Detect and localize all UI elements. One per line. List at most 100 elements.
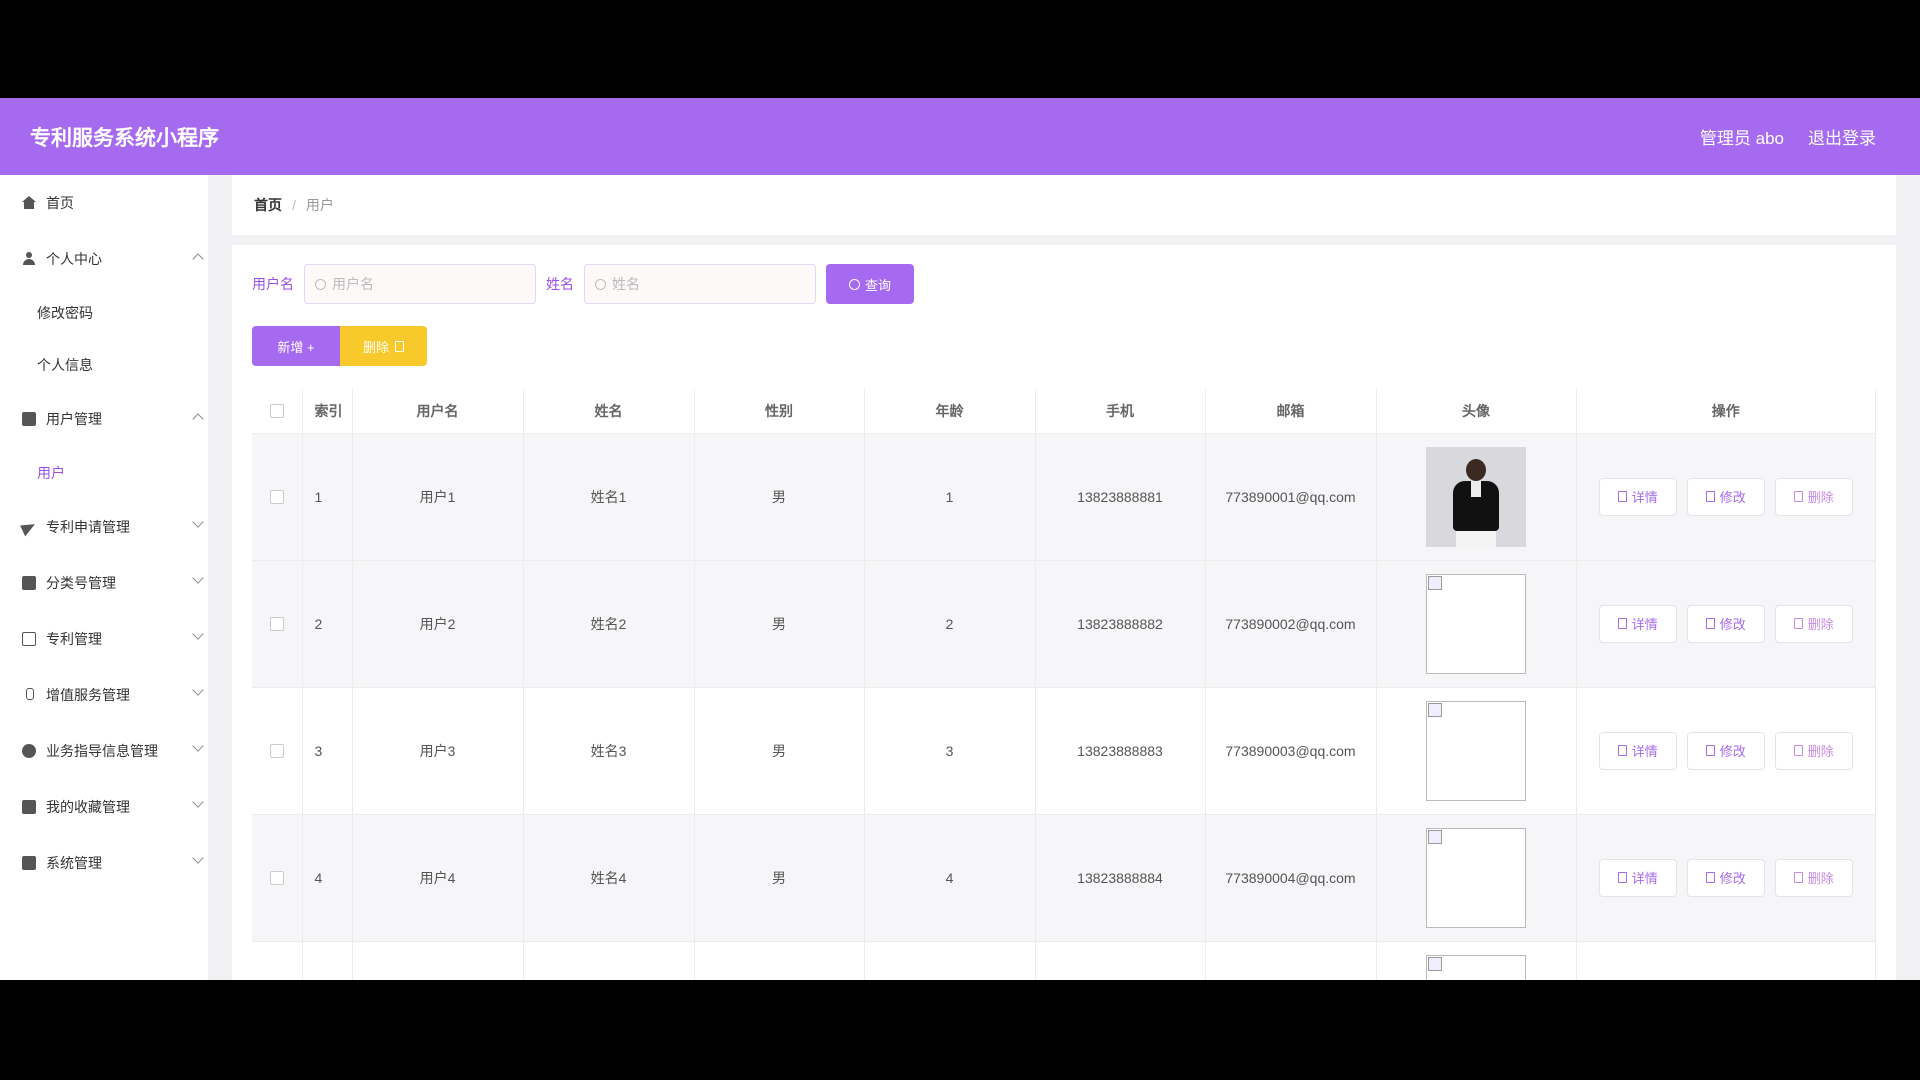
pencil-icon <box>1705 872 1715 883</box>
edit-button[interactable]: 修改 <box>1686 604 1765 643</box>
avatar-broken-image[interactable] <box>1426 954 1526 980</box>
breadcrumb-home[interactable]: 首页 <box>254 195 282 215</box>
edit-button[interactable]: 修改 <box>1686 858 1765 897</box>
chevron-down-icon <box>192 740 204 752</box>
cell-gender: 男 <box>694 433 865 561</box>
chevron-down-icon <box>192 796 204 808</box>
table-header-row: 索引 用户名 姓名 性别 年龄 手机 邮箱 头像 操作 <box>252 389 1876 434</box>
detail-button[interactable]: 详情 <box>1598 604 1677 643</box>
sidebar-item-patent-management[interactable]: 专利管理 <box>0 611 208 667</box>
avatar-photo[interactable] <box>1426 446 1526 547</box>
select-all-checkbox[interactable] <box>269 403 284 418</box>
broken-image-icon <box>1428 956 1442 971</box>
batch-delete-button[interactable]: 删除 <box>340 326 427 366</box>
cell-name: 姓名2 <box>523 560 695 688</box>
detail-button[interactable]: 详情 <box>1598 477 1677 516</box>
cell-email: 773890003@qq.com <box>1205 687 1377 815</box>
edit-label: 修改 <box>1719 490 1746 505</box>
detail-label: 详情 <box>1631 871 1658 886</box>
sidebar-subitem-profile[interactable]: 个人信息 <box>0 339 208 391</box>
col-username: 用户名 <box>352 389 524 434</box>
detail-button[interactable]: 详情 <box>1598 731 1677 770</box>
col-name: 姓名 <box>523 389 695 434</box>
delete-button[interactable]: 删除 <box>1774 731 1853 770</box>
delete-button[interactable]: 删除 <box>1774 858 1853 897</box>
cell-actions: 详情 修改 删除 <box>1576 814 1876 942</box>
row-select-cell <box>252 941 303 980</box>
admin-label[interactable]: 管理员 abo <box>1700 124 1784 149</box>
sidebar-item-favorites[interactable]: 我的收藏管理 <box>0 779 208 835</box>
chevron-up-icon <box>192 413 204 425</box>
sidebar-item-label: 个人中心 <box>46 251 102 267</box>
sidebar-item-classification[interactable]: 分类号管理 <box>0 555 208 611</box>
cell-username: 用户2 <box>352 560 524 688</box>
cell-index: 1 <box>302 433 353 561</box>
edit-label: 修改 <box>1719 871 1746 886</box>
action-bar: 新增 + 删除 <box>252 326 427 366</box>
avatar-broken-image[interactable] <box>1426 573 1526 674</box>
delete-button[interactable]: 删除 <box>1774 477 1853 516</box>
sidebar-item-business-guidance[interactable]: 业务指导信息管理 <box>0 723 208 779</box>
cell-phone: 13823888884 <box>1035 814 1206 942</box>
cell-actions <box>1576 941 1876 980</box>
search-bar: 用户名 用户名 姓名 姓名 查询 <box>252 264 914 304</box>
trash-icon <box>1793 745 1803 756</box>
edit-button[interactable]: 修改 <box>1686 477 1765 516</box>
delete-button[interactable]: 删除 <box>1774 604 1853 643</box>
cell-avatar <box>1376 941 1577 980</box>
user-area: 管理员 abo 退出登录 <box>1700 124 1876 149</box>
avatar-broken-image[interactable] <box>1426 827 1526 928</box>
sidebar-item-system[interactable]: 系统管理 <box>0 835 208 891</box>
row-checkbox[interactable] <box>269 616 284 631</box>
pencil-icon <box>1705 745 1715 756</box>
sidebar-item-value-added[interactable]: 增值服务管理 <box>0 667 208 723</box>
avatar-broken-image[interactable] <box>1426 700 1526 801</box>
sidebar-item-patent-application[interactable]: 专利申请管理 <box>0 499 208 555</box>
trash-icon <box>1793 491 1803 502</box>
cell-age <box>864 941 1036 980</box>
main-area: 首页 / 用户 用户名 用户名 姓名 姓名 查询 新增 + 删除 索引 用户名 … <box>232 175 1896 980</box>
table-row: 3 用户3 姓名3 男 3 13823888883 773890003@qq.c… <box>252 687 1876 815</box>
cell-name <box>523 941 695 980</box>
globe-icon <box>22 744 36 758</box>
cell-phone: 13823888881 <box>1035 433 1206 561</box>
cell-username: 用户3 <box>352 687 524 815</box>
detail-button[interactable]: 详情 <box>1598 858 1677 897</box>
username-placeholder: 用户名 <box>332 276 374 292</box>
sidebar-item-label: 分类号管理 <box>46 575 116 591</box>
cell-gender: 男 <box>694 560 865 688</box>
cell-username <box>352 941 524 980</box>
edit-button[interactable]: 修改 <box>1686 731 1765 770</box>
username-input[interactable]: 用户名 <box>304 264 536 304</box>
row-checkbox[interactable] <box>269 870 284 885</box>
logout-link[interactable]: 退出登录 <box>1808 124 1876 149</box>
table-row: 2 用户2 姓名2 男 2 13823888882 773890002@qq.c… <box>252 560 1876 688</box>
query-button[interactable]: 查询 <box>826 264 914 304</box>
cell-age: 1 <box>864 433 1036 561</box>
sidebar-subitem-users[interactable]: 用户 <box>0 447 208 499</box>
query-button-label: 查询 <box>864 277 891 293</box>
row-checkbox[interactable] <box>269 743 284 758</box>
sidebar-item-user-management[interactable]: 用户管理 <box>0 391 208 447</box>
row-select-cell <box>252 560 303 688</box>
chevron-down-icon <box>192 572 204 584</box>
add-button[interactable]: 新增 + <box>252 326 340 366</box>
card-icon <box>22 632 36 646</box>
cell-avatar <box>1376 433 1577 561</box>
cell-email: 773890004@qq.com <box>1205 814 1377 942</box>
sidebar-item-personal-center[interactable]: 个人中心 <box>0 231 208 287</box>
row-checkbox[interactable] <box>269 489 284 504</box>
delete-label: 删除 <box>1807 617 1834 632</box>
content-panel: 用户名 用户名 姓名 姓名 查询 新增 + 删除 索引 用户名 姓名 性别 年龄… <box>232 245 1896 980</box>
col-email: 邮箱 <box>1205 389 1377 434</box>
name-input[interactable]: 姓名 <box>584 264 816 304</box>
row-select-cell <box>252 814 303 942</box>
broken-image-icon <box>1428 575 1442 590</box>
sidebar-item-home[interactable]: 首页 <box>0 175 208 231</box>
clipboard-icon <box>22 576 36 590</box>
cell-email: 773890001@qq.com <box>1205 433 1377 561</box>
cell-actions: 详情 修改 删除 <box>1576 433 1876 561</box>
sidebar-subitem-change-password[interactable]: 修改密码 <box>0 287 208 339</box>
col-gender: 性别 <box>694 389 865 434</box>
cell-gender: 男 <box>694 814 865 942</box>
